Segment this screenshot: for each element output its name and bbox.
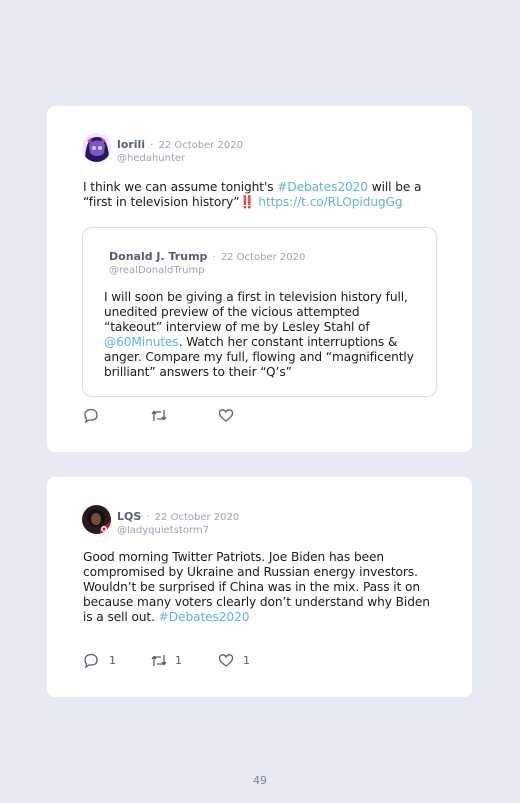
tweet-date[interactable]: 22 October 2020 <box>155 512 240 523</box>
reply-button[interactable] <box>83 408 150 423</box>
retweet-count: 1 <box>175 654 182 667</box>
tweet-text: I think we can assume tonight's #Debates… <box>83 180 428 210</box>
quoted-author-handle[interactable]: @realDonaldTrump <box>109 265 305 278</box>
like-icon <box>218 409 234 422</box>
separator: · <box>150 140 154 151</box>
like-button[interactable] <box>218 408 234 423</box>
tweet-text-part: I think we can assume tonight's <box>83 180 278 194</box>
reply-icon <box>84 408 98 423</box>
retweet-icon <box>151 410 167 421</box>
url-link[interactable]: https://t.co/RLOpidugGg <box>258 195 402 209</box>
reply-icon <box>84 653 98 668</box>
tweet-actions <box>83 408 234 423</box>
double-exclamation-emoji: ‼️ <box>239 195 255 209</box>
like-icon <box>218 654 234 667</box>
retweet-button[interactable]: 1 <box>150 653 218 668</box>
quoted-tweet-date[interactable]: 22 October 2020 <box>221 252 306 263</box>
retweet-button[interactable] <box>150 408 218 423</box>
retweet-icon <box>151 655 167 666</box>
author-name[interactable]: LQS <box>117 510 141 523</box>
quoted-tweet-text: I will soon be giving a first in televis… <box>104 290 414 380</box>
quoted-author-name[interactable]: Donald J. Trump <box>109 250 207 263</box>
separator: · <box>212 252 216 263</box>
avatar[interactable] <box>82 505 111 534</box>
author-handle[interactable]: @hedahunter <box>117 153 243 166</box>
mention-link[interactable]: @60Minutes <box>104 335 179 349</box>
like-count: 1 <box>243 654 250 667</box>
hashtag-link[interactable]: #Debates2020 <box>277 180 368 194</box>
reply-button[interactable]: 1 <box>83 653 150 668</box>
reply-count: 1 <box>109 654 116 667</box>
page-number: 49 <box>253 774 267 787</box>
quoted-tweet-header: Donald J. Trump · 22 October 2020 @realD… <box>109 245 305 278</box>
author-handle[interactable]: @ladyquietstorm7 <box>117 525 239 538</box>
quoted-text-part: I will soon be giving a first in televis… <box>104 290 408 334</box>
hashtag-link[interactable]: #Debates2020 <box>159 610 250 624</box>
tweet-text-part: Good morning Twitter Patriots. Joe Biden… <box>83 550 430 624</box>
quoted-tweet[interactable]: Donald J. Trump · 22 October 2020 @realD… <box>82 227 437 397</box>
separator: · <box>146 512 150 523</box>
tweet-header: lorili · 22 October 2020 @hedahunter <box>82 133 243 166</box>
tweet-actions: 1 1 1 <box>83 653 250 668</box>
author-name[interactable]: lorili <box>117 138 145 151</box>
tweet-date[interactable]: 22 October 2020 <box>158 140 243 151</box>
tweet-card-2: LQS · 22 October 2020 @ladyquietstorm7 G… <box>47 477 472 697</box>
avatar[interactable] <box>82 133 111 162</box>
tweet-text: Good morning Twitter Patriots. Joe Biden… <box>83 550 438 625</box>
tweet-card-1: lorili · 22 October 2020 @hedahunter I t… <box>47 106 472 452</box>
tweet-header: LQS · 22 October 2020 @ladyquietstorm7 <box>82 505 239 538</box>
like-button[interactable]: 1 <box>218 653 250 668</box>
